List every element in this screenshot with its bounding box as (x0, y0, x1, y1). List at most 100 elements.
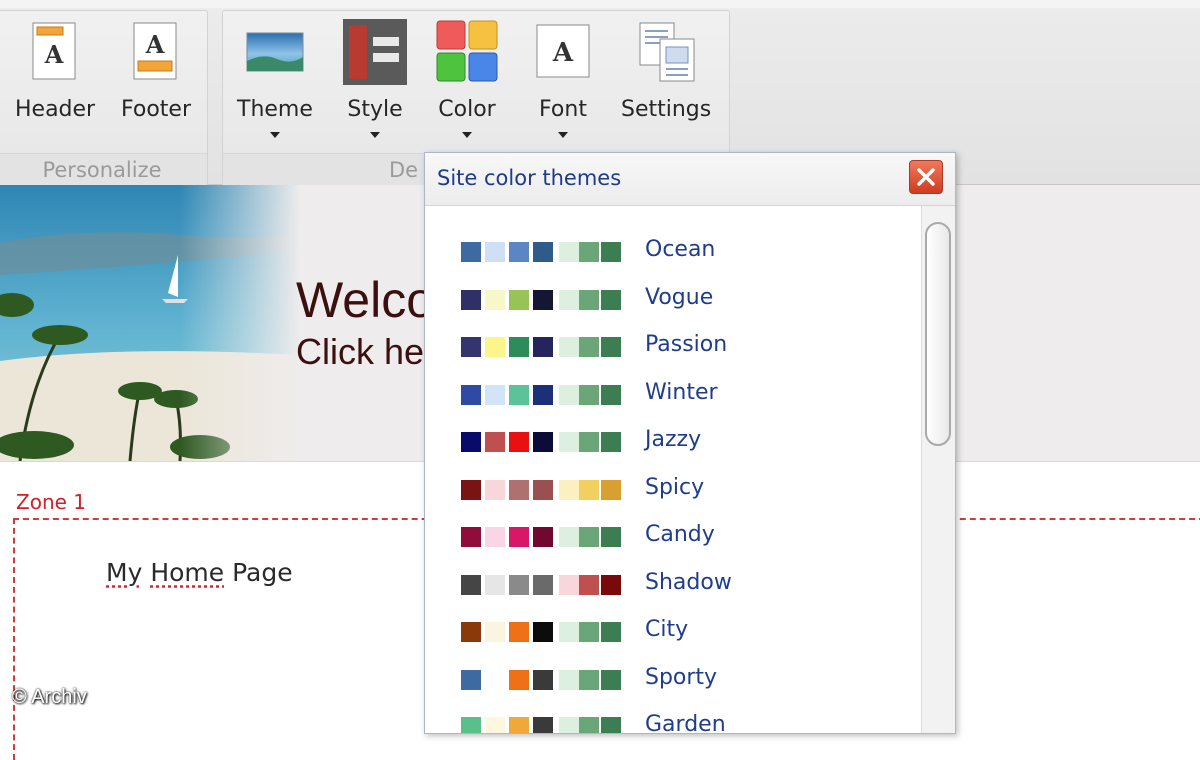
theme-name: Candy (645, 522, 715, 547)
color-swatch (559, 669, 579, 690)
theme-item-city[interactable]: City (461, 617, 901, 647)
theme-item-winter[interactable]: Winter (461, 380, 901, 410)
theme-dropdown-arrow (269, 132, 280, 138)
color-swatch (461, 479, 481, 500)
svg-text:A: A (44, 40, 64, 69)
footer-button[interactable]: A Footer (121, 19, 191, 122)
page-header-icon: A (23, 19, 87, 85)
color-swatch (461, 527, 481, 547)
color-swatch (559, 574, 579, 595)
color-swatch (579, 479, 599, 500)
color-swatch (509, 337, 529, 357)
color-swatch (533, 574, 553, 595)
color-swatch (579, 384, 599, 405)
color-swatch (601, 432, 621, 452)
color-swatch (485, 337, 505, 357)
svg-text:A: A (145, 30, 165, 59)
theme-item-spicy[interactable]: Spicy (461, 475, 901, 505)
color-swatch (579, 432, 599, 452)
theme-item-garden[interactable]: Garden (461, 712, 901, 733)
color-grid-icon (435, 19, 499, 85)
color-swatch (485, 669, 505, 690)
color-swatch (601, 669, 621, 690)
color-swatch (509, 242, 529, 262)
close-button[interactable] (909, 160, 943, 194)
theme-name: City (645, 617, 689, 642)
theme-button[interactable]: Theme (237, 19, 313, 138)
group-label-personalize: Personalize (0, 153, 207, 186)
color-swatch (533, 717, 553, 733)
color-swatch (533, 384, 553, 405)
popup-scrollbar[interactable] (921, 206, 955, 733)
landscape-icon (243, 19, 307, 85)
font-button[interactable]: A Font (531, 19, 595, 138)
color-swatch (601, 479, 621, 500)
style-button[interactable]: Style (343, 19, 409, 138)
theme-name: Ocean (645, 237, 716, 262)
page-title[interactable]: My Home Page (106, 558, 293, 587)
zone-label: Zone 1 (16, 490, 86, 514)
color-swatch (579, 622, 599, 642)
font-button-label: Font (539, 97, 587, 122)
theme-item-shadow[interactable]: Shadow (461, 570, 901, 600)
theme-name: Winter (645, 379, 718, 405)
theme-name: Spicy (645, 474, 705, 500)
color-swatch (485, 384, 505, 405)
scrollbar-thumb[interactable] (925, 222, 951, 446)
color-swatch (559, 479, 579, 500)
color-swatch (579, 527, 599, 547)
color-swatch (559, 717, 579, 733)
color-swatch (461, 337, 481, 357)
color-swatch (559, 337, 579, 357)
style-dropdown-arrow (370, 132, 380, 138)
color-swatch (601, 337, 621, 357)
color-button-label: Color (438, 97, 496, 122)
theme-name: Passion (645, 332, 728, 357)
color-swatch (509, 527, 529, 547)
settings-pages-icon (634, 19, 698, 85)
page-title-word: Page (232, 558, 293, 587)
color-swatch (485, 527, 505, 547)
theme-name: Jazzy (645, 427, 702, 452)
color-swatch (533, 622, 553, 642)
color-button[interactable]: Color (435, 19, 499, 138)
color-swatch (579, 242, 599, 262)
theme-item-vogue[interactable]: Vogue (461, 285, 901, 315)
header-button[interactable]: A Header (15, 19, 95, 122)
beach-photo (0, 185, 300, 462)
close-icon (917, 168, 935, 186)
theme-list: Ocean Vogue Passion Winter Jazzy Spicy Candy Sh… (425, 206, 921, 733)
color-swatch (579, 669, 599, 690)
banner-click-here-text[interactable]: Click he (296, 331, 424, 373)
ribbon-top-strip (0, 0, 1200, 8)
color-swatch (461, 622, 481, 642)
settings-button[interactable]: Settings (621, 19, 711, 122)
theme-item-passion[interactable]: Passion (461, 332, 901, 362)
color-swatch (509, 622, 529, 642)
color-swatch (461, 289, 481, 310)
theme-item-ocean[interactable]: Ocean (461, 237, 901, 267)
settings-button-label: Settings (621, 97, 712, 122)
header-button-label: Header (15, 97, 96, 122)
color-swatch (533, 669, 553, 690)
theme-item-sporty[interactable]: Sporty (461, 665, 901, 695)
color-swatch (509, 717, 529, 733)
color-swatch (601, 242, 621, 262)
watermark: © Archiv (12, 686, 87, 708)
theme-item-candy[interactable]: Candy (461, 522, 901, 552)
page-title-word: Home (150, 558, 225, 587)
color-swatch (509, 574, 529, 595)
banner-welcome-text[interactable]: Welco (296, 271, 434, 329)
color-swatch (485, 574, 505, 595)
theme-item-jazzy[interactable]: Jazzy (461, 427, 901, 457)
color-swatch (485, 479, 505, 500)
color-swatch (601, 574, 621, 595)
color-swatch (485, 242, 505, 262)
theme-name: Vogue (645, 284, 714, 310)
group-personalize: A Header A Footer Personalize (0, 10, 208, 186)
color-swatch (533, 337, 553, 357)
color-swatch (509, 432, 529, 452)
color-swatch (579, 574, 599, 595)
site-color-themes-popup: Site color themes Ocean Vogue Passion Winte… (424, 152, 956, 734)
color-swatch (559, 242, 579, 262)
